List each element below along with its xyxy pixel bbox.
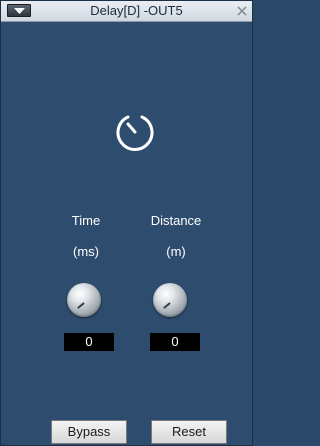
- window-menu-button[interactable]: [7, 4, 31, 17]
- close-button[interactable]: [235, 3, 249, 18]
- close-icon: [237, 6, 247, 16]
- distance-label: Distance: [150, 213, 202, 228]
- time-value-field[interactable]: 0: [64, 333, 114, 351]
- timer-icon: [116, 115, 154, 151]
- time-knob[interactable]: [67, 283, 101, 317]
- delay-window: Delay[D] -OUT5 Time (ms) Distance (m) 0 …: [0, 0, 253, 446]
- distance-unit-label: (m): [166, 244, 186, 259]
- dropdown-arrow-icon: [14, 8, 25, 14]
- title-bar[interactable]: Delay[D] -OUT5: [1, 1, 252, 22]
- bypass-button[interactable]: Bypass: [51, 420, 127, 444]
- distance-knob-indicator: [163, 302, 171, 309]
- time-knob-indicator: [77, 302, 85, 309]
- distance-value-field[interactable]: 0: [150, 333, 200, 351]
- distance-knob[interactable]: [153, 283, 187, 317]
- reset-button[interactable]: Reset: [151, 420, 227, 444]
- time-unit-label: (ms): [73, 244, 99, 259]
- time-label: Time: [71, 213, 101, 228]
- window-title: Delay[D] -OUT5: [90, 3, 183, 18]
